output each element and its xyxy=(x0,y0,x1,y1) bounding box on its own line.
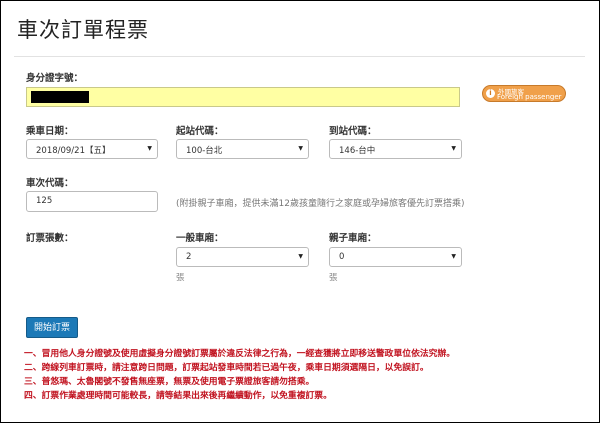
general-car-select[interactable]: 2 ▼ xyxy=(176,247,309,267)
id-label: 身分證字號： xyxy=(26,73,84,84)
ride-date-value: 2018/09/21【五】 xyxy=(36,146,111,156)
family-car-select[interactable]: 0 ▼ xyxy=(329,247,462,267)
general-car-value: 2 xyxy=(186,252,192,262)
family-car-label: 親子車廂： xyxy=(329,233,377,244)
train-no-value: 125 xyxy=(36,196,53,206)
train-no-input[interactable]: 125 xyxy=(26,191,158,212)
from-station-value: 100-台北 xyxy=(186,146,223,156)
family-car-hint: (附掛親子車廂，提供未滿12歲孩童隨行之家庭或孕婦旅客優先訂票搭乘) xyxy=(176,199,465,209)
notice-item: 三、普悠瑪、太魯閣號不發售無座票，無票及使用電子票證旅客請勿搭乘。 xyxy=(24,377,315,387)
foreign-button-line2: Foreign passenger xyxy=(497,93,562,101)
family-car-unit: 張 xyxy=(329,273,338,283)
info-icon: i xyxy=(486,89,495,98)
chevron-down-icon: ▼ xyxy=(451,253,456,260)
from-station-label: 起站代碼： xyxy=(176,126,224,137)
from-station-select[interactable]: 100-台北 ▼ xyxy=(176,139,309,159)
tickets-label: 訂票張數： xyxy=(26,233,74,244)
to-station-select[interactable]: 146-台中 ▼ xyxy=(329,139,462,159)
general-car-unit: 張 xyxy=(176,273,185,283)
page-title: 車次訂單程票 xyxy=(17,18,149,42)
family-car-value: 0 xyxy=(339,252,345,262)
notice-item: 四、訂票作業處理時間可能較長，請等結果出來後再繼續動作，以免重複訂票。 xyxy=(24,391,332,401)
ride-date-select[interactable]: 2018/09/21【五】 ▼ xyxy=(26,139,158,159)
id-number-input[interactable] xyxy=(26,87,460,107)
chevron-down-icon: ▼ xyxy=(298,145,303,152)
to-station-label: 到站代碼： xyxy=(329,126,377,137)
chevron-down-icon: ▼ xyxy=(147,145,152,152)
chevron-down-icon: ▼ xyxy=(451,145,456,152)
notice-item: 二、跨線列車訂票時，請注意跨日問題，訂票起站發車時間若已過午夜，乘車日期須選隔日… xyxy=(24,363,429,373)
title-divider xyxy=(14,56,585,57)
chevron-down-icon: ▼ xyxy=(298,253,303,260)
redaction-block xyxy=(31,91,89,103)
to-station-value: 146-台中 xyxy=(339,146,376,156)
notice-item: 一、冒用他人身分證號及使用虛擬身分證號訂票屬於違反法律之行為，一經查獲將立即移送… xyxy=(24,349,456,359)
general-car-label: 一般車廂： xyxy=(176,233,224,244)
ride-date-label: 乘車日期： xyxy=(26,126,74,137)
train-no-label: 車次代碼： xyxy=(26,178,74,189)
start-booking-button[interactable]: 開始訂票 xyxy=(26,317,78,338)
foreign-passenger-button[interactable]: i 外國旅客 Foreign passenger xyxy=(482,85,566,102)
